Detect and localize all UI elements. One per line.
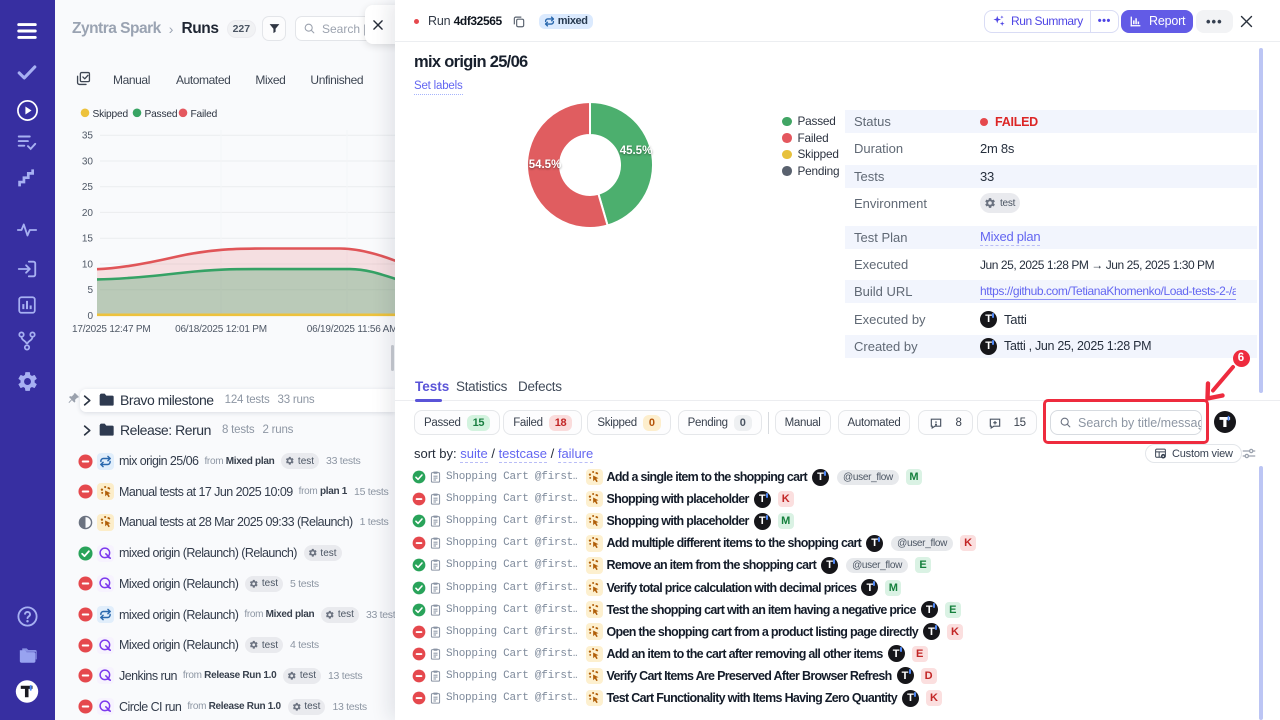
svg-text:5: 5 [87, 285, 93, 296]
svg-text:20: 20 [82, 208, 94, 219]
svg-text:10: 10 [82, 260, 94, 271]
svg-text:45.5%: 45.5% [620, 145, 653, 157]
svg-text:Skipped: Skipped [93, 109, 129, 120]
svg-text:06/18/2025 12:01 PM: 06/18/2025 12:01 PM [175, 324, 267, 335]
svg-text:25: 25 [82, 182, 94, 193]
svg-text:Passed: Passed [145, 109, 178, 120]
svg-text:Failed: Failed [191, 109, 218, 120]
svg-text:06/19/2025 11:56 AM: 06/19/2025 11:56 AM [307, 324, 395, 335]
svg-text:15: 15 [82, 234, 94, 245]
svg-text:17/2025 12:47 PM: 17/2025 12:47 PM [72, 324, 151, 335]
svg-text:35: 35 [82, 131, 94, 142]
svg-text:30: 30 [82, 157, 94, 168]
svg-text:54.5%: 54.5% [529, 159, 562, 171]
svg-text:0: 0 [87, 311, 93, 322]
